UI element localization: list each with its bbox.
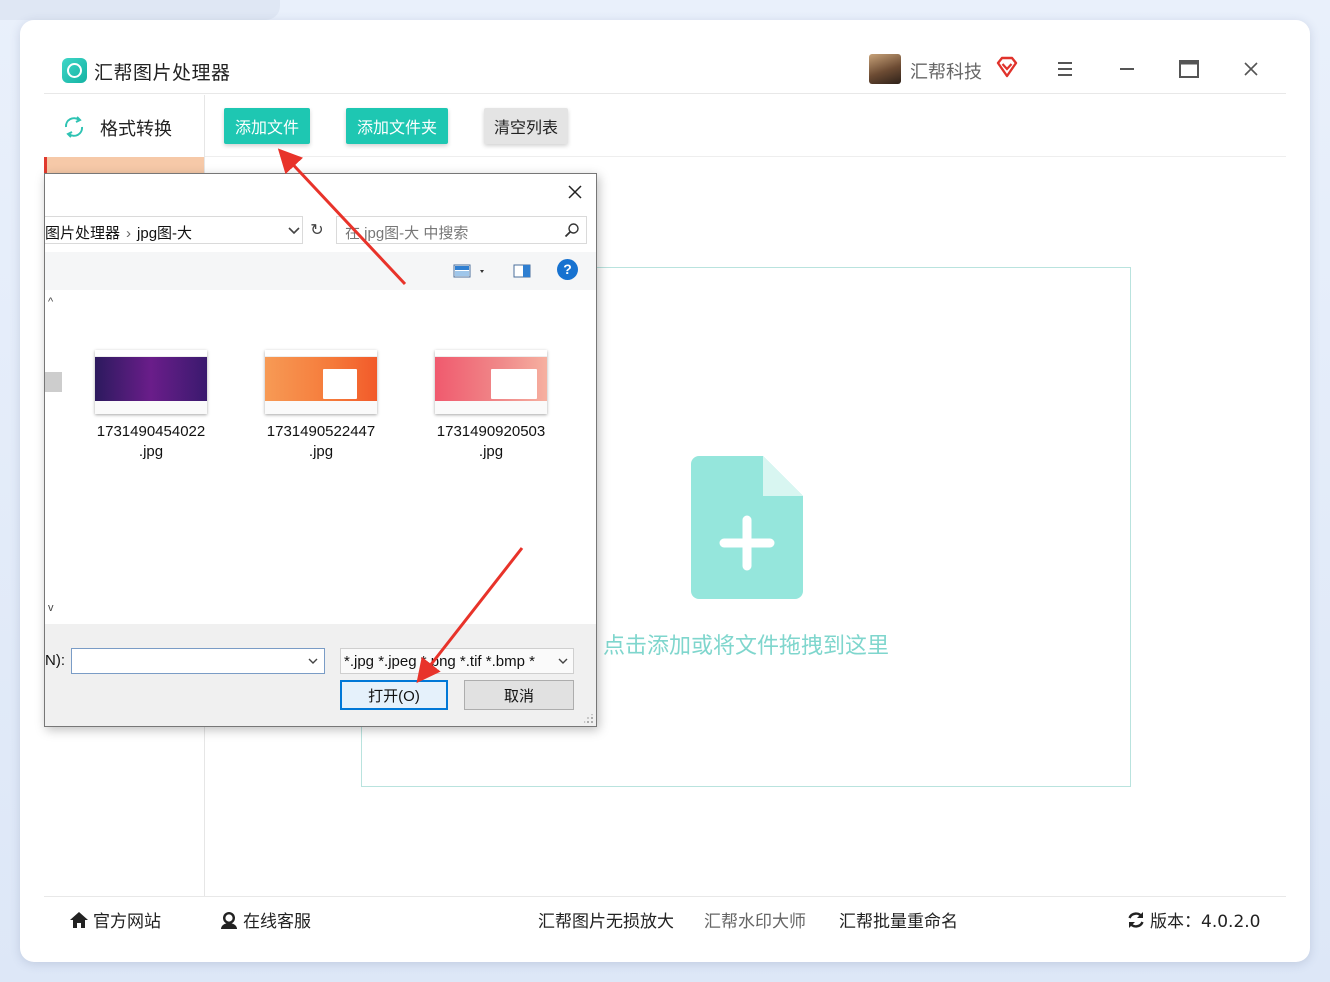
dialog-bottom-panel: N): *.jpg *.jpeg *.png *.tif *.bmp * 打开(… <box>45 624 596 726</box>
file-type-filter[interactable]: *.jpg *.jpeg *.png *.tif *.bmp * <box>340 648 574 674</box>
resize-grip-icon[interactable] <box>584 714 594 724</box>
close-icon[interactable] <box>1235 54 1267 84</box>
address-bar[interactable]: 图片处理器 › jpg图-大 <box>45 216 303 244</box>
online-service-label: 在线客服 <box>243 912 311 932</box>
file-item[interactable]: 1731490522447 .jpg <box>251 350 391 462</box>
toolbar: 添加文件 添加文件夹 清空列表 <box>205 95 1286 157</box>
file-name-line: 1731490522447 <box>266 423 376 440</box>
file-name: 1731490522447 .jpg <box>251 422 391 462</box>
scroll-thumb[interactable] <box>45 372 62 392</box>
file-extension: .jpg <box>478 443 504 460</box>
online-service-link[interactable]: 在线客服 <box>219 907 311 932</box>
file-name: 1731490920503 .jpg <box>421 422 561 462</box>
navigation-pane-scrollbar[interactable]: ^ v <box>45 290 62 624</box>
open-button[interactable]: 打开(O) <box>340 680 448 710</box>
official-site-link[interactable]: 官方网站 <box>69 907 161 932</box>
scroll-down-icon[interactable]: v <box>48 602 54 614</box>
clear-list-button[interactable]: 清空列表 <box>484 108 568 144</box>
refresh-icon[interactable]: ↻ <box>307 220 327 240</box>
file-name-line: 1731490454022 <box>96 423 206 440</box>
dialog-command-bar: ? <box>45 252 596 290</box>
add-file-icon <box>691 456 803 599</box>
breadcrumb-item[interactable]: jpg图-大 <box>137 225 192 242</box>
version-info[interactable]: 版本：4.0.2.0 <box>1126 907 1260 932</box>
file-name-line: 1731490920503 <box>436 423 546 440</box>
chevron-down-icon[interactable] <box>308 657 318 665</box>
sidebar-active-indicator <box>44 157 204 173</box>
scroll-up-icon[interactable]: ^ <box>48 296 53 308</box>
user-name[interactable]: 汇帮科技 <box>910 58 982 84</box>
view-options-icon[interactable] <box>453 264 489 278</box>
preview-pane-icon[interactable] <box>513 264 531 278</box>
dialog-search-box[interactable]: 在 jpg图-大 中搜索 <box>336 216 587 244</box>
chevron-down-icon[interactable] <box>558 657 568 665</box>
minimize-icon[interactable] <box>1111 54 1143 84</box>
batch-rename-link[interactable]: 汇帮批量重命名 <box>839 907 958 932</box>
lossless-upscale-link[interactable]: 汇帮图片无损放大 <box>538 907 674 932</box>
refresh-icon <box>1128 912 1144 928</box>
sidebar-item-format-convert[interactable]: 格式转换 <box>44 95 204 157</box>
add-folder-button[interactable]: 添加文件夹 <box>346 108 448 144</box>
home-icon <box>70 912 88 928</box>
breadcrumb: 图片处理器 › jpg图-大 <box>45 222 192 243</box>
sidebar-item-label: 格式转换 <box>100 119 172 140</box>
convert-icon <box>64 116 84 138</box>
title-bar: 汇帮图片处理器 汇帮科技 <box>44 44 1286 94</box>
file-name: 1731490454022 .jpg <box>81 422 221 462</box>
vip-diamond-icon[interactable] <box>996 56 1018 78</box>
file-item[interactable]: 1731490920503 .jpg <box>421 350 561 462</box>
dialog-close-icon[interactable] <box>563 180 587 204</box>
file-thumbnail <box>435 350 547 414</box>
help-icon[interactable]: ? <box>557 259 578 280</box>
search-placeholder: 在 jpg图-大 中搜索 <box>345 225 469 242</box>
file-name-label: N): <box>45 652 65 669</box>
file-list: 1731490454022 .jpg 1731490522447 .jpg 17… <box>63 290 596 624</box>
file-extension: .jpg <box>308 443 334 460</box>
file-thumbnail <box>95 350 207 414</box>
file-type-filter-value: *.jpg *.jpeg *.png *.tif *.bmp * <box>344 653 535 670</box>
app-title: 汇帮图片处理器 <box>94 62 231 84</box>
file-open-dialog: 图片处理器 › jpg图-大 ↻ 在 jpg图-大 中搜索 ? ^ v 1731… <box>44 173 597 727</box>
file-name-input[interactable] <box>71 648 325 674</box>
file-thumbnail <box>265 350 377 414</box>
watermark-master-link[interactable]: 汇帮水印大师 <box>704 907 806 932</box>
breadcrumb-separator-icon: › <box>126 225 132 242</box>
cancel-button[interactable]: 取消 <box>464 680 574 710</box>
search-icon[interactable] <box>564 222 580 238</box>
chevron-down-icon[interactable] <box>288 226 300 236</box>
file-item[interactable]: 1731490454022 .jpg <box>81 350 221 462</box>
background-tab <box>0 0 280 20</box>
add-file-button[interactable]: 添加文件 <box>224 108 310 144</box>
menu-icon[interactable] <box>1049 54 1081 84</box>
breadcrumb-item[interactable]: 图片处理器 <box>45 225 120 242</box>
footer: 官方网站 在线客服 汇帮图片无损放大 汇帮水印大师 汇帮批量重命名 版本：4.0… <box>44 896 1286 940</box>
official-site-label: 官方网站 <box>93 912 161 932</box>
user-avatar[interactable] <box>869 54 901 84</box>
app-logo-icon <box>62 58 87 83</box>
version-label: 版本：4.0.2.0 <box>1150 912 1261 932</box>
file-extension: .jpg <box>138 443 164 460</box>
maximize-icon[interactable] <box>1173 54 1205 84</box>
customer-service-icon <box>221 912 237 929</box>
